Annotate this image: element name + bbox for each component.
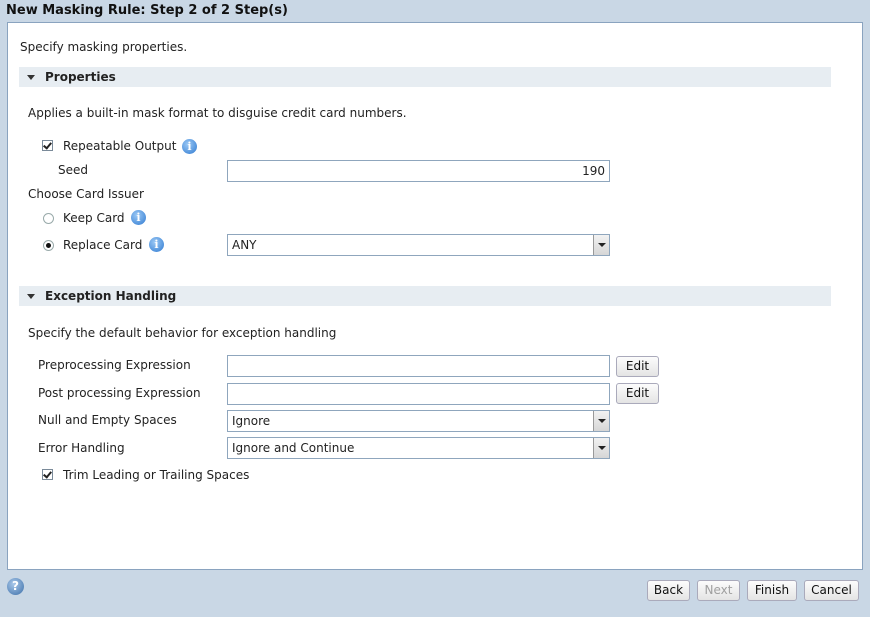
- error-handling-select[interactable]: Ignore and Continue: [227, 437, 610, 459]
- radio-dot-icon: [46, 243, 51, 248]
- help-icon[interactable]: ?: [7, 578, 24, 595]
- seed-label: Seed: [58, 163, 88, 177]
- keep-card-radio[interactable]: [43, 213, 54, 224]
- error-handling-select-value: Ignore and Continue: [232, 441, 355, 455]
- collapse-triangle-icon: [27, 293, 35, 299]
- repeatable-output-checkbox[interactable]: [42, 140, 53, 151]
- cancel-button[interactable]: Cancel: [804, 580, 859, 601]
- card-issuer-select[interactable]: ANY: [227, 234, 610, 256]
- dropdown-arrow-icon[interactable]: [593, 438, 609, 458]
- properties-description: Applies a built-in mask format to disgui…: [28, 106, 407, 120]
- exception-handling-header-label: Exception Handling: [45, 289, 177, 303]
- dialog-content: Specify masking properties. Properties A…: [7, 22, 863, 570]
- seed-input[interactable]: 190: [227, 160, 610, 182]
- info-icon[interactable]: i: [131, 210, 146, 225]
- checkmark-icon: [43, 469, 52, 479]
- exception-handling-section-header[interactable]: Exception Handling: [19, 286, 831, 306]
- preprocessing-edit-button[interactable]: Edit: [616, 356, 659, 377]
- keep-card-label: Keep Card: [63, 211, 125, 225]
- null-empty-select[interactable]: Ignore: [227, 410, 610, 432]
- exception-description: Specify the default behavior for excepti…: [28, 326, 337, 340]
- replace-card-radio[interactable]: [43, 240, 54, 251]
- next-button[interactable]: Next: [697, 580, 740, 601]
- properties-section-header[interactable]: Properties: [19, 67, 831, 87]
- postprocessing-label: Post processing Expression: [38, 386, 201, 400]
- intro-text: Specify masking properties.: [20, 40, 188, 54]
- collapse-triangle-icon: [27, 74, 35, 80]
- card-issuer-select-value: ANY: [232, 238, 257, 252]
- null-empty-label: Null and Empty Spaces: [38, 413, 177, 427]
- repeatable-output-label: Repeatable Output: [63, 139, 177, 153]
- properties-header-label: Properties: [45, 70, 116, 84]
- finish-button[interactable]: Finish: [747, 580, 797, 601]
- postprocessing-edit-button[interactable]: Edit: [616, 383, 659, 404]
- dialog-title: New Masking Rule: Step 2 of 2 Step(s): [6, 3, 288, 18]
- error-handling-label: Error Handling: [38, 441, 125, 455]
- info-icon[interactable]: i: [149, 237, 164, 252]
- back-button[interactable]: Back: [647, 580, 690, 601]
- info-icon[interactable]: i: [182, 139, 197, 154]
- null-empty-select-value: Ignore: [232, 414, 271, 428]
- preprocessing-input[interactable]: [227, 355, 610, 377]
- preprocessing-label: Preprocessing Expression: [38, 358, 191, 372]
- trim-spaces-checkbox[interactable]: [42, 469, 53, 480]
- postprocessing-input[interactable]: [227, 383, 610, 405]
- dropdown-arrow-icon[interactable]: [593, 235, 609, 255]
- trim-spaces-label: Trim Leading or Trailing Spaces: [63, 468, 250, 482]
- card-issuer-label: Choose Card Issuer: [28, 187, 144, 201]
- replace-card-label: Replace Card: [63, 238, 143, 252]
- dropdown-arrow-icon[interactable]: [593, 411, 609, 431]
- checkmark-icon: [43, 140, 52, 150]
